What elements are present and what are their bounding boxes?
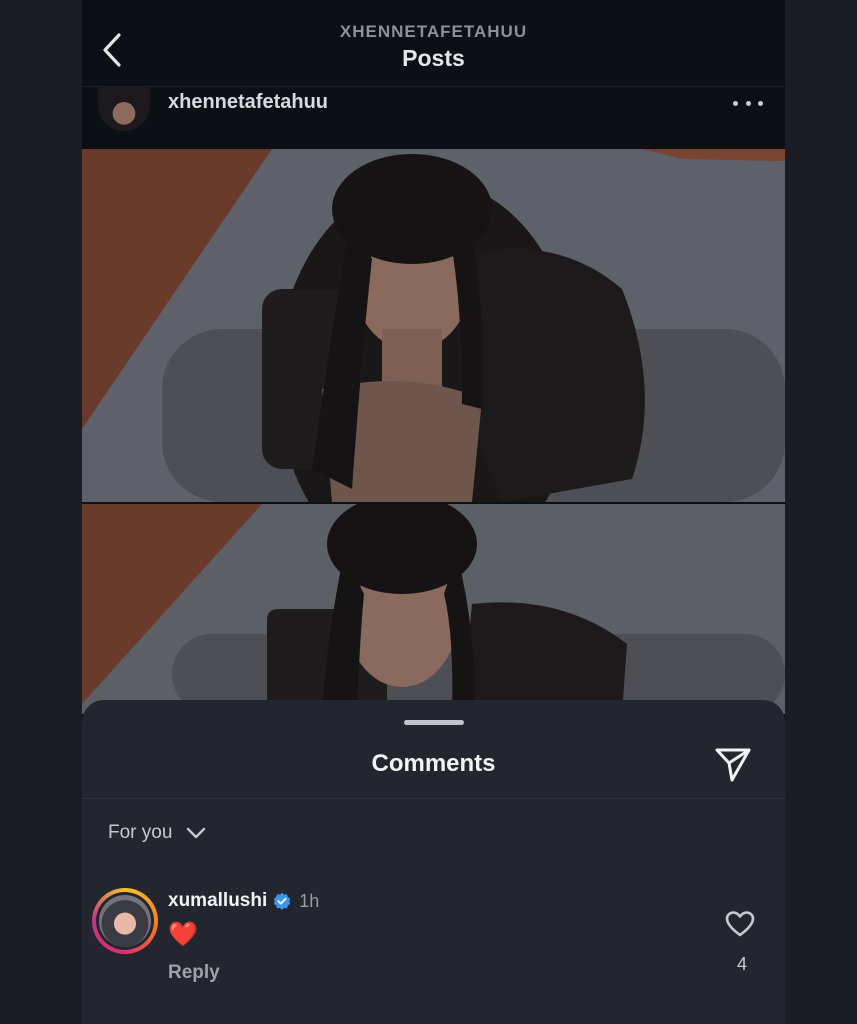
like-comment-button[interactable] xyxy=(725,910,755,938)
comments-title: Comments xyxy=(371,750,496,777)
paper-plane-icon xyxy=(715,748,751,782)
divider xyxy=(82,798,785,799)
share-button[interactable] xyxy=(713,744,753,784)
comment-item: xumallushi 1h ❤️ Reply 4 xyxy=(82,886,785,996)
commenter-avatar[interactable] xyxy=(92,888,158,954)
more-horizontal-icon xyxy=(733,100,738,106)
top-bar: XHENNETAFETAHUU Posts xyxy=(82,0,785,86)
comment-like-count: 4 xyxy=(736,954,747,974)
post-image-1[interactable] xyxy=(82,149,785,502)
app-screen: XHENNETAFETAHUU Posts xhennetafetahuu Co… xyxy=(82,0,785,1024)
post-author-avatar[interactable] xyxy=(98,87,150,131)
comment-header: xumallushi 1h xyxy=(168,890,319,912)
commenter-username[interactable]: xumallushi xyxy=(168,890,267,912)
more-options-button[interactable] xyxy=(733,93,763,113)
comment-filter-dropdown[interactable]: For you xyxy=(108,820,206,846)
comment-timestamp: 1h xyxy=(299,890,320,911)
chevron-down-icon xyxy=(187,827,206,839)
profile-handle: XHENNETAFETAHUU xyxy=(339,22,528,41)
filter-label: For you xyxy=(108,822,173,843)
heart-outline-icon xyxy=(725,911,755,937)
comments-sheet: Comments For you xumallushi 1h ❤️ Reply … xyxy=(82,700,785,1024)
reply-button[interactable]: Reply xyxy=(168,962,220,984)
post-image-2[interactable] xyxy=(82,504,785,714)
post-header: xhennetafetahuu xyxy=(82,87,785,147)
avatar-image xyxy=(99,895,151,947)
sheet-grab-handle[interactable] xyxy=(404,720,464,725)
post-username[interactable]: xhennetafetahuu xyxy=(168,91,328,114)
comment-text: ❤️ xyxy=(168,921,198,948)
page-title: Posts xyxy=(402,45,465,71)
verified-badge-icon xyxy=(274,892,291,910)
